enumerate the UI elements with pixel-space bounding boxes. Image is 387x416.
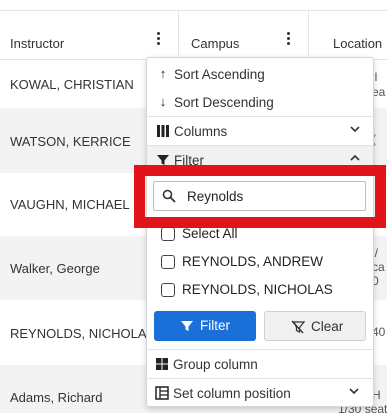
sort-descending-label: Sort Descending [174, 95, 274, 110]
columns-item[interactable]: Columns [147, 117, 373, 145]
funnel-icon [156, 153, 170, 167]
apply-filter-button[interactable]: Filter [154, 311, 256, 341]
columns-icon [156, 124, 170, 138]
arrow-down-icon: ↓ [159, 94, 167, 109]
funnel-icon [180, 319, 194, 333]
filter-search-input[interactable] [187, 187, 357, 205]
header-campus[interactable]: Campus [179, 11, 308, 59]
filter-item[interactable]: Filter [147, 146, 373, 174]
columns-label: Columns [174, 124, 228, 139]
arrow-up-icon: ↑ [159, 66, 167, 81]
column-menu-icon[interactable] [151, 31, 165, 47]
search-icon [162, 189, 176, 203]
chevron-down-icon [349, 123, 361, 135]
group-column-label: Group column [173, 357, 258, 372]
column-menu-icon[interactable] [281, 31, 295, 47]
instructor-cell: REYNOLDS, NICHOLAS [10, 326, 156, 341]
instructor-cell: Walker, George [10, 261, 100, 276]
sort-ascending-item[interactable]: ↑ Sort Ascending [147, 60, 373, 88]
header-campus-label: Campus [191, 36, 240, 51]
header-location[interactable]: Location [309, 11, 387, 59]
select-all-label: Select All [182, 226, 238, 241]
chevron-down-icon [348, 385, 360, 397]
clear-filter-icon [291, 320, 306, 334]
instructor-cell: WATSON, KERRICE [10, 134, 131, 149]
header-instructor[interactable]: Instructor [0, 11, 178, 59]
location-cell: 40 [372, 325, 386, 339]
filter-search-field[interactable] [153, 181, 366, 211]
filter-option-checkbox[interactable] [161, 255, 175, 269]
chevron-up-icon [349, 152, 361, 164]
clear-filter-button[interactable]: Clear [264, 311, 366, 341]
apply-filter-label: Filter [200, 318, 230, 333]
instructor-cell: KOWAL, CHRISTIAN [10, 77, 134, 92]
select-all-checkbox[interactable] [161, 227, 175, 241]
instructor-cell: VAUGHN, MICHAEL [10, 197, 130, 212]
filter-option-label: REYNOLDS, NICHOLAS [182, 282, 333, 297]
filter-option-label: REYNOLDS, ANDREW [182, 254, 324, 269]
header-instructor-label: Instructor [10, 36, 65, 51]
grid-icon [155, 357, 169, 371]
set-column-position-item[interactable]: Set column position [146, 379, 372, 407]
sort-descending-item[interactable]: ↓ Sort Descending [147, 88, 373, 116]
set-column-position-label: Set column position [173, 386, 291, 401]
filter-option-checkbox[interactable] [161, 283, 175, 297]
clear-filter-label: Clear [311, 319, 344, 334]
filter-label: Filter [174, 153, 204, 168]
location-cell: ea [372, 85, 386, 99]
group-column-item[interactable]: Group column [146, 350, 372, 378]
sort-ascending-label: Sort Ascending [174, 67, 265, 82]
instructor-cell: Adams, Richard [10, 390, 103, 405]
grid-header: Instructor Campus Location [0, 10, 387, 60]
header-location-label: Location [333, 36, 383, 51]
table-icon [155, 386, 169, 400]
